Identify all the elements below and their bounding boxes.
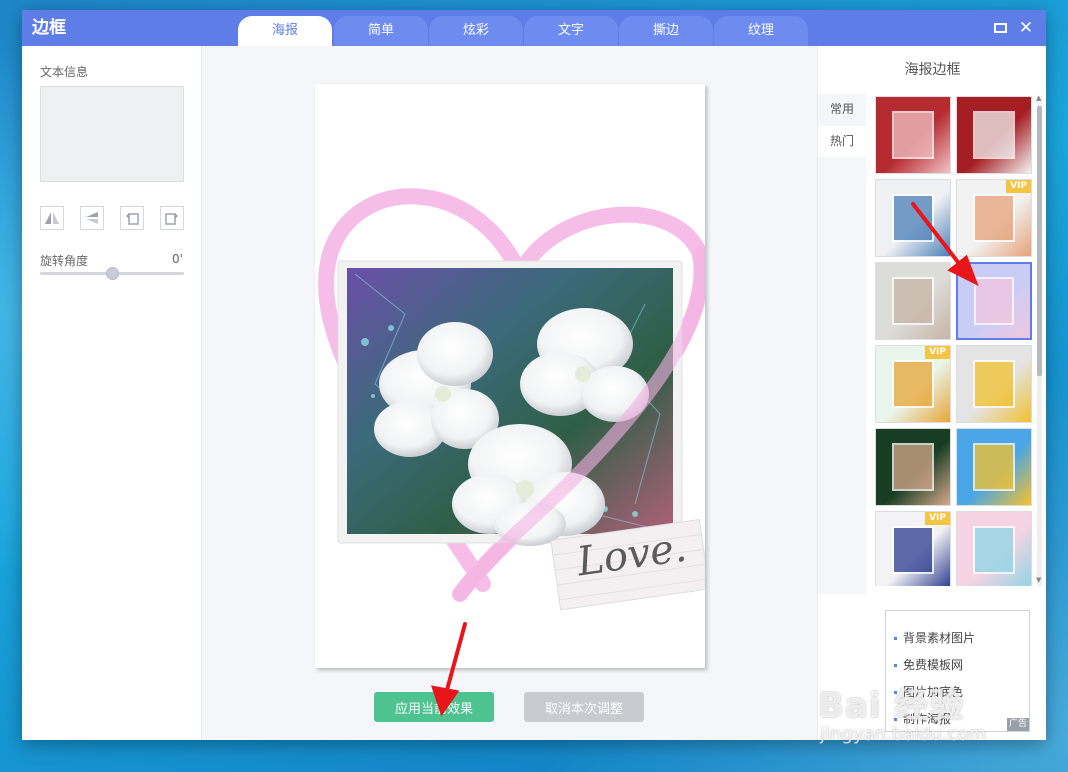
thumbnail-photo — [892, 193, 934, 243]
border-thumbnail[interactable] — [956, 511, 1032, 586]
tab-poster[interactable]: 海报 — [238, 16, 332, 46]
rotate-left-button[interactable] — [120, 206, 144, 230]
maximize-icon — [993, 23, 1007, 33]
tab-simple[interactable]: 简单 — [334, 16, 428, 46]
border-editor-window: 边框 海报 简单 炫彩 文字 撕边 纹理 ✕ 文本信息 旋转角度 0' Love… — [22, 10, 1046, 740]
scrollbar-thumb[interactable] — [1037, 106, 1042, 376]
vip-badge: VIP — [925, 346, 950, 359]
ad-label: 广告 — [1006, 718, 1029, 731]
left-panel: 文本信息 旋转角度 0' — [22, 46, 202, 740]
canvas-area: Love. 应用当前效果 取消本次调整 — [202, 46, 817, 740]
thumbnail-photo — [892, 110, 934, 160]
border-thumbnail[interactable] — [956, 262, 1032, 340]
poster-preview: Love. — [315, 84, 705, 668]
thumbnail-photo — [973, 442, 1015, 492]
rotate-angle-value: 0' — [172, 252, 183, 266]
tab-texture[interactable]: 纹理 — [714, 16, 808, 46]
border-thumbnail[interactable] — [956, 428, 1032, 506]
thumbnail-photo — [973, 359, 1015, 409]
poster-artwork — [318, 188, 705, 611]
baidu-watermark-url: jingyan.baidu.com — [820, 724, 987, 745]
category-tabs: 常用 热门 — [818, 94, 866, 594]
border-thumbnail[interactable]: VIP — [875, 345, 951, 423]
rotate-left-icon — [126, 213, 139, 225]
tab-torn-edge[interactable]: 撕边 — [619, 16, 713, 46]
flip-horizontal-button[interactable] — [40, 206, 64, 230]
ad-link-free-templates[interactable]: 免费模板网 — [894, 656, 963, 673]
app-title: 边框 — [32, 18, 66, 38]
rotate-right-icon — [165, 213, 178, 225]
text-info-input[interactable] — [40, 86, 184, 182]
thumbnail-photo — [973, 110, 1015, 160]
scroll-up-icon[interactable]: ▲ — [1036, 94, 1041, 102]
close-icon: ✕ — [1018, 18, 1034, 38]
rotate-angle-label: 旋转角度 — [40, 254, 89, 268]
flip-horizontal-icon — [45, 212, 59, 224]
border-thumbnail-grid: VIP VIP VIP — [875, 96, 1040, 586]
thumbnail-photo — [892, 359, 934, 409]
text-info-label: 文本信息 — [40, 65, 89, 79]
border-thumbnail[interactable]: VIP — [875, 511, 951, 586]
thumbnail-photo — [973, 525, 1015, 575]
apply-effect-button[interactable]: 应用当前效果 — [374, 692, 494, 722]
border-thumbnail[interactable] — [875, 96, 951, 174]
category-tab-hot[interactable]: 热门 — [818, 126, 866, 157]
tab-text[interactable]: 文字 — [524, 16, 618, 46]
flip-vertical-button[interactable] — [80, 206, 104, 230]
border-thumbnail[interactable] — [875, 428, 951, 506]
baidu-watermark: Bai 经验 — [818, 686, 965, 726]
panel-title: 海报边框 — [904, 62, 961, 78]
thumbnail-photo — [892, 276, 934, 326]
vip-badge: VIP — [925, 512, 950, 525]
maximize-button[interactable] — [990, 18, 1010, 38]
thumbnail-photo — [892, 442, 934, 492]
right-panel: 海报边框 常用 热门 VIP VIP VIP ▲ ▼ 背景素材图片 免费模板网 图片… — [817, 46, 1046, 740]
ad-link-background-material[interactable]: 背景素材图片 — [894, 629, 975, 646]
vip-badge: VIP — [1006, 180, 1031, 193]
tab-colorful[interactable]: 炫彩 — [429, 16, 523, 46]
title-bar: 边框 海报 简单 炫彩 文字 撕边 纹理 ✕ — [22, 10, 1046, 46]
flip-vertical-icon — [86, 212, 98, 224]
thumbnail-photo — [892, 525, 934, 575]
thumbnail-scrollbar[interactable]: ▲ ▼ — [1036, 94, 1042, 586]
thumbnail-photo — [973, 277, 1015, 325]
border-thumbnail[interactable]: VIP — [956, 179, 1032, 257]
rotate-angle-slider[interactable] — [40, 267, 184, 280]
scroll-down-icon[interactable]: ▼ — [1036, 576, 1041, 584]
cancel-adjust-button[interactable]: 取消本次调整 — [524, 692, 644, 722]
rotate-slider-handle[interactable] — [106, 267, 119, 280]
border-thumbnail[interactable] — [875, 179, 951, 257]
border-thumbnail[interactable] — [875, 262, 951, 340]
thumbnail-photo — [973, 193, 1015, 243]
close-button[interactable]: ✕ — [1016, 18, 1036, 38]
rotate-right-button[interactable] — [160, 206, 184, 230]
category-tab-common[interactable]: 常用 — [818, 94, 866, 125]
border-thumbnail[interactable] — [956, 345, 1032, 423]
border-thumbnail[interactable] — [956, 96, 1032, 174]
